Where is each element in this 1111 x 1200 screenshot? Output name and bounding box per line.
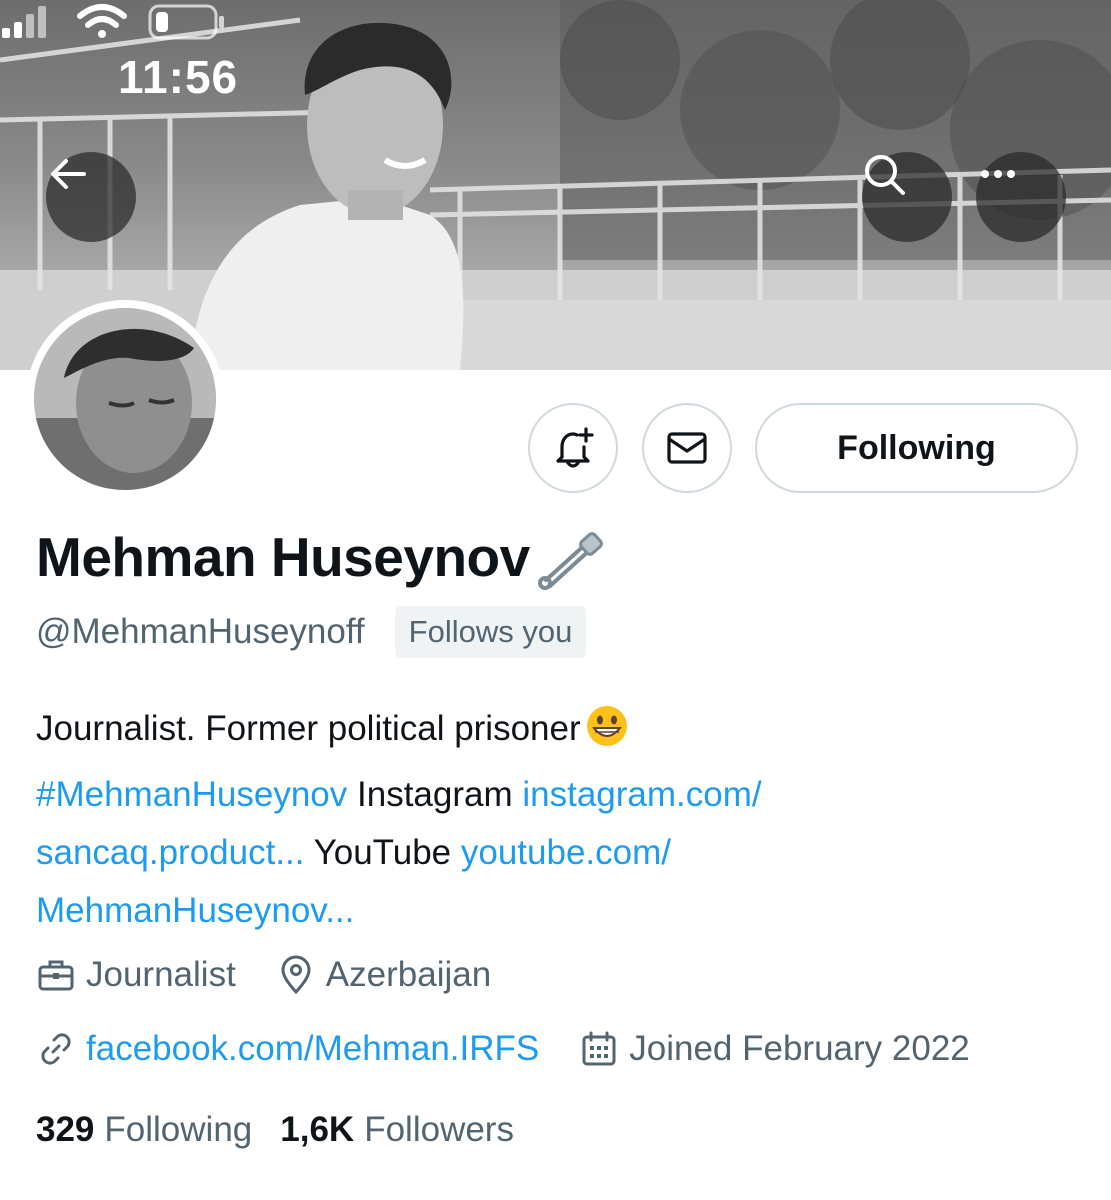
wifi-icon: [77, 4, 127, 38]
location-text: Azerbaijan: [325, 955, 492, 994]
profile-meta-row-1: Journalist Azerbaijan: [36, 955, 491, 995]
avatar-photo: [34, 308, 216, 490]
back-button[interactable]: [46, 152, 136, 242]
safety-pin-icon: [537, 532, 603, 590]
profile-name-row: Mehman Huseynov: [36, 522, 606, 592]
back-arrow-icon: [51, 159, 86, 189]
following-label: Following: [104, 1110, 253, 1149]
bio: Journalist. Former political prisoner #M…: [36, 700, 1076, 940]
profession-text: Journalist: [86, 955, 236, 994]
handle: @MehmanHuseynoff: [36, 612, 365, 651]
follows-you-badge: Follows you: [394, 606, 587, 658]
message-button[interactable]: [642, 403, 732, 493]
link-icon: [41, 1033, 71, 1065]
profile-meta-row-2: facebook.com/Mehman.IRFS Joined February…: [36, 1029, 970, 1069]
calendar-icon: [582, 1031, 616, 1066]
youtube-link-continued[interactable]: MehmanHuseynov...: [36, 891, 354, 930]
notifications-button[interactable]: [528, 403, 618, 493]
search-button[interactable]: [862, 152, 952, 242]
youtube-link[interactable]: youtube.com/: [461, 833, 671, 872]
handle-row: @MehmanHuseynoff Follows you: [36, 606, 587, 658]
website-item[interactable]: facebook.com/Mehman.IRFS: [36, 1029, 539, 1069]
battery-icon: [148, 4, 224, 40]
status-bar: 11:56: [0, 0, 1111, 150]
joined-text: Joined February 2022: [629, 1029, 970, 1068]
profession-item: Journalist: [36, 955, 236, 995]
bio-text: Journalist. Former political prisoner: [36, 709, 581, 748]
youtube-label: YouTube: [304, 833, 461, 872]
cellular-signal-icon: [2, 6, 46, 38]
avatar[interactable]: [26, 300, 224, 498]
mail-icon: [667, 432, 707, 464]
status-indicators: [2, 4, 224, 40]
grinning-face-emoji: [585, 704, 629, 766]
bell-plus-icon: [556, 427, 594, 468]
followers-stat[interactable]: 1,6K Followers: [280, 1110, 514, 1150]
more-options-button[interactable]: [976, 152, 1066, 242]
briefcase-icon: [38, 960, 74, 991]
location-item: Azerbaijan: [276, 955, 491, 995]
more-options-icon: [981, 170, 1015, 178]
instagram-link[interactable]: instagram.com/: [522, 775, 761, 814]
joined-item: Joined February 2022: [579, 1029, 970, 1069]
location-pin-icon: [281, 955, 311, 995]
hashtag-link[interactable]: #MehmanHuseynov: [36, 775, 347, 814]
followers-label: Followers: [364, 1110, 514, 1149]
following-button[interactable]: Following: [755, 403, 1078, 493]
display-name: Mehman Huseynov: [36, 526, 530, 588]
follow-stats: 329 Following 1,6K Followers: [36, 1110, 514, 1150]
instagram-label: Instagram: [347, 775, 523, 814]
search-icon: [865, 155, 905, 195]
following-stat[interactable]: 329 Following: [36, 1110, 252, 1150]
following-count: 329: [36, 1110, 95, 1149]
status-time: 11:56: [118, 51, 239, 103]
instagram-link-continued[interactable]: sancaq.product...: [36, 833, 305, 872]
followers-count: 1,6K: [280, 1110, 355, 1149]
website-link[interactable]: facebook.com/Mehman.IRFS: [86, 1029, 539, 1069]
